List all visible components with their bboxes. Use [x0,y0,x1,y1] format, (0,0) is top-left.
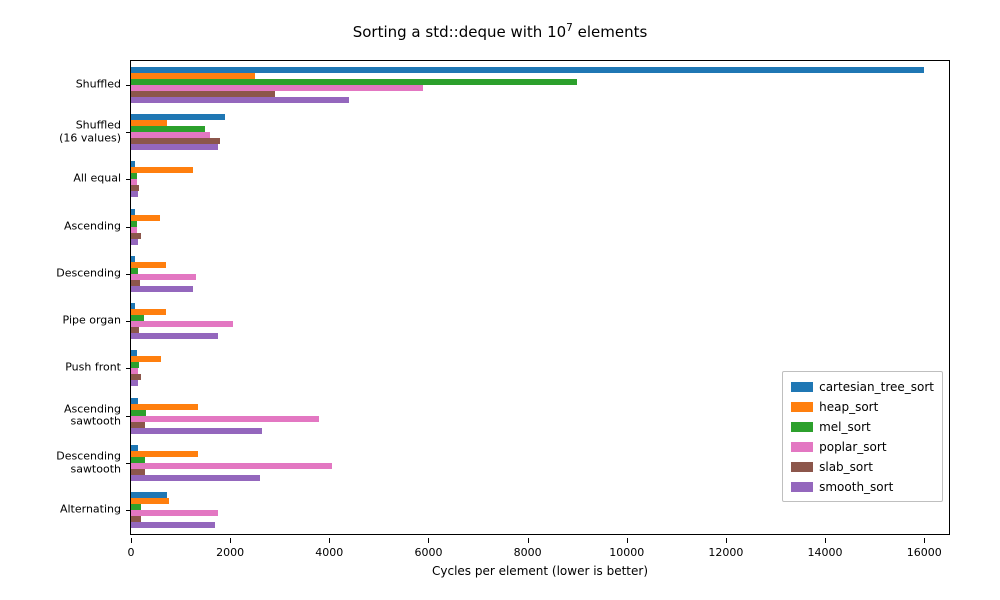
legend-swatch [791,462,813,472]
y-tick [126,510,131,511]
y-tick-label: Pipe organ [63,315,121,328]
legend-swatch [791,422,813,432]
x-tick-label: 2000 [216,546,244,559]
y-tick-label: Descending [56,268,121,281]
legend-label: heap_sort [819,400,934,414]
bar [131,463,332,469]
legend-swatch [791,402,813,412]
x-tick [329,538,330,543]
bar [131,274,196,280]
bar [131,286,193,292]
bar [131,380,138,386]
y-tick-label: Ascending [64,220,121,233]
x-tick-label: 8000 [514,546,542,559]
x-tick [825,538,826,543]
x-tick [131,538,132,543]
bar [131,475,260,481]
legend-swatch [791,442,813,452]
x-tick [726,538,727,543]
y-tick [126,85,131,86]
legend-entry: cartesian_tree_sort [791,377,934,397]
y-tick-label: Alternating [60,504,121,517]
y-tick [126,368,131,369]
x-tick-label: 4000 [315,546,343,559]
y-tick [126,416,131,417]
bar [131,522,215,528]
legend-label: mel_sort [819,420,934,434]
y-tick [126,274,131,275]
legend-entry: poplar_sort [791,437,934,457]
legend-entry: smooth_sort [791,477,934,497]
bar [131,510,218,516]
legend-label: poplar_sort [819,440,934,454]
x-tick-label: 16000 [907,546,942,559]
legend-label: cartesian_tree_sort [819,380,934,394]
bar [131,167,193,173]
legend-entry: heap_sort [791,397,934,417]
legend-entry: mel_sort [791,417,934,437]
legend-swatch [791,382,813,392]
x-tick-label: 0 [128,546,135,559]
y-tick-label: Push front [65,362,121,375]
x-tick [428,538,429,543]
y-tick [126,132,131,133]
y-tick [126,179,131,180]
chart-axes: Cycles per element (lower is better) car… [130,60,950,535]
x-tick [627,538,628,543]
y-tick-label: Shuffled [76,78,121,91]
bar [131,144,218,150]
x-axis-label: Cycles per element (lower is better) [131,564,949,578]
y-tick [126,321,131,322]
legend-entry: slab_sort [791,457,934,477]
y-tick [126,463,131,464]
y-tick-label: Descendingsawtooth [56,450,121,475]
x-tick [528,538,529,543]
chart-figure: Sorting a std::deque with 107 elements C… [0,0,1000,600]
x-tick [924,538,925,543]
bar [131,191,138,197]
legend-swatch [791,482,813,492]
bar [131,97,349,103]
x-tick-label: 14000 [808,546,843,559]
legend-label: smooth_sort [819,480,934,494]
x-tick [230,538,231,543]
bar [131,428,262,434]
chart-legend: cartesian_tree_sort heap_sort mel_sortpopl… [782,371,943,502]
y-tick-label: Shuffled(16 values) [59,119,121,144]
x-tick-label: 12000 [708,546,743,559]
y-tick-label: All equal [73,173,121,186]
bar [131,239,138,245]
y-tick [126,227,131,228]
bar [131,416,319,422]
legend-label: slab_sort [819,460,934,474]
y-tick-label: Ascendingsawtooth [64,403,121,428]
bar [131,321,233,327]
bar [131,333,218,339]
x-tick-label: 6000 [414,546,442,559]
chart-title: Sorting a std::deque with 107 elements [0,22,1000,41]
x-tick-label: 10000 [609,546,644,559]
